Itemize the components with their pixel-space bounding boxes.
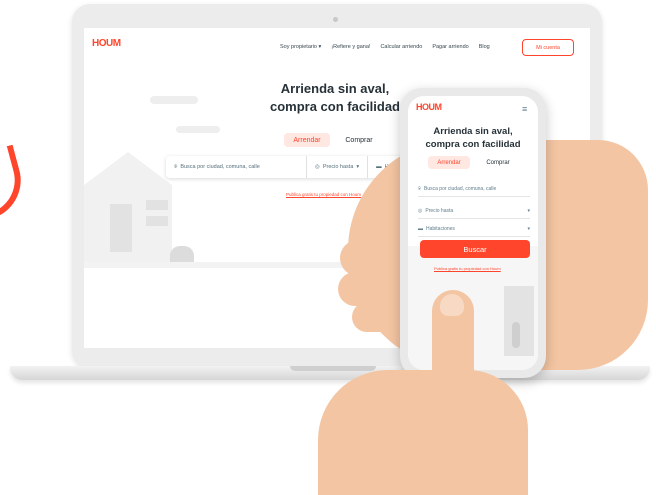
mobile-search-placeholder: Busca por ciudad, comuna, calle [424,186,497,192]
main-nav: Soy propietario ▾ ¡Refiere y gana! Calcu… [280,44,490,50]
house-door [110,204,132,252]
bed-icon: ▬ [418,226,423,232]
person-illustration [512,322,520,348]
hero-title-line-2: compra con facilidad [269,99,401,114]
mobile-search-button[interactable]: Buscar [420,240,530,258]
hamburger-menu-icon[interactable]: ≡ [522,104,527,114]
nav-pay[interactable]: Pagar arriendo [432,44,468,50]
mobile-search-input[interactable]: ⌾ Busca por ciudad, comuna, calle [418,182,530,197]
my-account-button[interactable]: Mi cuenta [522,39,574,56]
bed-icon: ▬ [376,164,382,170]
price-icon: ◎ [315,164,320,170]
nav-owner[interactable]: Soy propietario ▾ [280,44,321,50]
house-window [146,216,168,226]
house-window [146,200,168,210]
mobile-price-label: Precio hasta [425,208,454,214]
nav-owner-label: Soy propietario [280,44,317,50]
laptop-notch [290,366,376,371]
chevron-down-icon: ▾ [318,44,322,50]
nav-blog[interactable]: Blog [479,44,490,50]
chevron-down-icon: ▾ [356,164,360,170]
nav-refer[interactable]: ¡Refiere y gana! [331,44,370,50]
search-placeholder: Busca por ciudad, comuna, calle [180,164,260,170]
fingernail [440,294,464,316]
location-icon: ⌾ [418,186,422,192]
publish-free-link[interactable]: Publica gratis tu propiedad con Houm [286,192,361,197]
mobile-hero-line-2: compra con facilidad [425,139,521,150]
laptop-camera [333,17,338,22]
cloud-decoration [150,96,198,104]
mobile-tab-rent[interactable]: Arrendar [428,156,470,169]
nav-calculate[interactable]: Calcular arriendo [380,44,422,50]
price-filter-label: Precio hasta [322,164,354,170]
bush-illustration [170,246,194,262]
search-location-field[interactable]: ⌾ Busca por ciudad, comuna, calle [166,156,307,178]
mobile-publish-free-link[interactable]: Publica gratis tu propiedad con Houm [434,266,501,271]
mobile-rooms-filter[interactable]: ▬ Habitaciones ▾ [418,222,530,237]
chevron-down-icon: ▾ [527,208,530,214]
hero-title-line-1: Arrienda sin aval, [280,81,390,96]
tab-buy[interactable]: Comprar [336,133,382,147]
price-icon: ◎ [418,208,423,214]
mobile-hero-line-1: Arrienda sin aval, [433,126,513,137]
mobile-rooms-label: Habitaciones [426,226,455,232]
tab-rent[interactable]: Arrendar [284,133,330,147]
pointing-hand [318,370,528,495]
chevron-down-icon: ▾ [527,226,530,232]
cloud-decoration [176,126,220,133]
location-icon: ⌾ [174,163,178,170]
mobile-tab-buy[interactable]: Comprar [476,156,520,169]
price-filter[interactable]: ◎ Precio hasta ▾ [307,156,369,178]
mobile-price-filter[interactable]: ◎ Precio hasta ▾ [418,204,530,219]
brand-swoosh-decoration [0,144,30,222]
thumb [556,142,596,212]
mobile-houm-logo[interactable]: HOUM [416,102,442,112]
houm-logo[interactable]: HOUM [92,38,121,49]
